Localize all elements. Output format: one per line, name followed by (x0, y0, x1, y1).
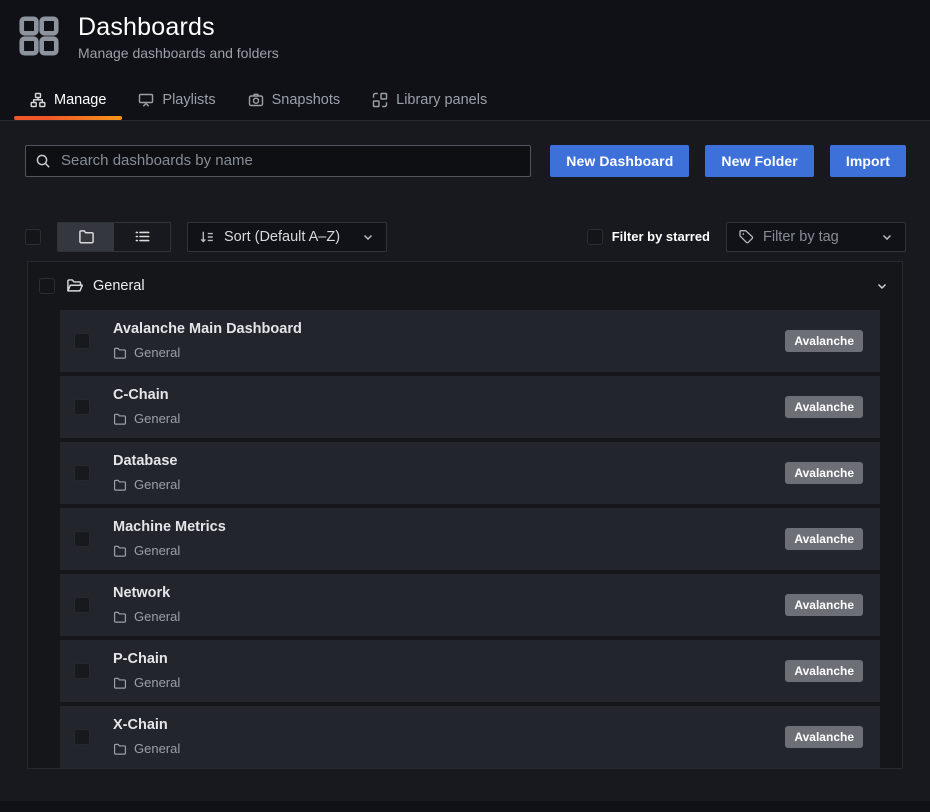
dashboard-row[interactable]: C-Chain General Avalanche (60, 376, 880, 438)
dashboard-folder: General (134, 675, 180, 690)
dashboard-row[interactable]: P-Chain General Avalanche (60, 640, 880, 702)
dashboard-title: Database (113, 453, 180, 470)
dashboard-folder: General (134, 741, 180, 756)
filter-by-starred[interactable]: Filter by starred (587, 229, 710, 245)
search-icon (35, 153, 51, 169)
folder-icon (113, 676, 127, 690)
dashboard-row[interactable]: Machine Metrics General Avalanche (60, 508, 880, 570)
tab-label: Library panels (396, 92, 487, 108)
list-view-button[interactable] (114, 223, 170, 251)
dashboard-title: Machine Metrics (113, 519, 226, 536)
row-checkbox[interactable] (74, 399, 90, 415)
tag-badge[interactable]: Avalanche (785, 726, 863, 748)
tab-library-panels[interactable]: Library panels (356, 83, 503, 120)
chevron-down-icon (880, 230, 894, 244)
tag-badge[interactable]: Avalanche (785, 660, 863, 682)
folder-icon (113, 346, 127, 360)
tag-badge[interactable]: Avalanche (785, 396, 863, 418)
dashboard-folder: General (134, 543, 180, 558)
row-checkbox[interactable] (74, 729, 90, 745)
sort-dropdown[interactable]: Sort (Default A–Z) (187, 222, 387, 252)
row-checkbox[interactable] (74, 333, 90, 349)
dashboard-row[interactable]: Network General Avalanche (60, 574, 880, 636)
tab-label: Manage (54, 92, 106, 108)
folder-open-icon (66, 277, 84, 295)
dashboard-row[interactable]: X-Chain General Avalanche (60, 706, 880, 768)
dashboard-folder: General (134, 477, 180, 492)
tab-label: Playlists (162, 92, 215, 108)
folder-view-icon (78, 228, 95, 245)
chevron-down-icon[interactable] (875, 279, 889, 293)
camera-icon (248, 92, 264, 108)
sitemap-icon (30, 92, 46, 108)
toolbar: Sort (Default A–Z) Filter by starred Fil… (25, 222, 906, 252)
tag-badge[interactable]: Avalanche (785, 594, 863, 616)
folder-icon (113, 544, 127, 558)
dashboard-folder: General (134, 411, 180, 426)
search-results-panel: General Avalanche Main Dashboard (27, 261, 903, 769)
row-checkbox[interactable] (74, 663, 90, 679)
filter-by-tag-dropdown[interactable]: Filter by tag (726, 222, 906, 252)
tag-badge[interactable]: Avalanche (785, 528, 863, 550)
row-checkbox[interactable] (74, 531, 90, 547)
select-all-checkbox[interactable] (25, 229, 41, 245)
list-view-icon (134, 228, 151, 245)
dashboard-folder: General (134, 609, 180, 624)
starred-checkbox[interactable] (587, 229, 603, 245)
row-checkbox[interactable] (74, 597, 90, 613)
folder-name: General (93, 278, 145, 294)
import-button[interactable]: Import (830, 145, 906, 177)
chevron-down-icon (361, 230, 375, 244)
tab-bar: Manage Playlists Snapshots (0, 83, 930, 121)
library-panel-icon (372, 92, 388, 108)
dashboard-title: X-Chain (113, 717, 180, 734)
page-title: Dashboards (78, 13, 279, 42)
tab-snapshots[interactable]: Snapshots (232, 83, 357, 120)
folder-checkbox[interactable] (39, 278, 55, 294)
tag-filter-placeholder: Filter by tag (763, 229, 839, 245)
dashboard-title: Avalanche Main Dashboard (113, 321, 302, 338)
search-input[interactable] (59, 151, 521, 170)
sort-icon (199, 229, 215, 245)
folder-icon (113, 742, 127, 756)
dashboard-title: C-Chain (113, 387, 180, 404)
starred-label: Filter by starred (612, 229, 710, 244)
dashboard-list: Avalanche Main Dashboard General Avalanc… (28, 310, 902, 774)
tag-badge[interactable]: Avalanche (785, 330, 863, 352)
apps-icon (16, 13, 62, 59)
dashboard-row[interactable]: Database General Avalanche (60, 442, 880, 504)
tab-playlists[interactable]: Playlists (122, 83, 231, 120)
dashboard-row[interactable]: Avalanche Main Dashboard General Avalanc… (60, 310, 880, 372)
dashboard-title: P-Chain (113, 651, 180, 668)
tag-badge[interactable]: Avalanche (785, 462, 863, 484)
sort-value: Sort (Default A–Z) (224, 229, 340, 245)
tag-icon (738, 229, 754, 245)
presentation-icon (138, 92, 154, 108)
folder-section-general[interactable]: General (28, 262, 902, 310)
new-folder-button[interactable]: New Folder (705, 145, 813, 177)
page-content: New Dashboard New Folder Import (0, 121, 930, 801)
view-toggle (57, 222, 171, 252)
folder-icon (113, 412, 127, 426)
page-header: Dashboards Manage dashboards and folders… (0, 0, 930, 121)
tab-label: Snapshots (272, 92, 341, 108)
new-dashboard-button[interactable]: New Dashboard (550, 145, 689, 177)
dashboard-folder: General (134, 345, 180, 360)
folder-view-button[interactable] (58, 223, 114, 251)
dashboard-title: Network (113, 585, 180, 602)
search-box (25, 145, 531, 177)
tab-manage[interactable]: Manage (14, 83, 122, 120)
page-subtitle: Manage dashboards and folders (78, 45, 279, 61)
folder-icon (113, 478, 127, 492)
folder-icon (113, 610, 127, 624)
row-checkbox[interactable] (74, 465, 90, 481)
